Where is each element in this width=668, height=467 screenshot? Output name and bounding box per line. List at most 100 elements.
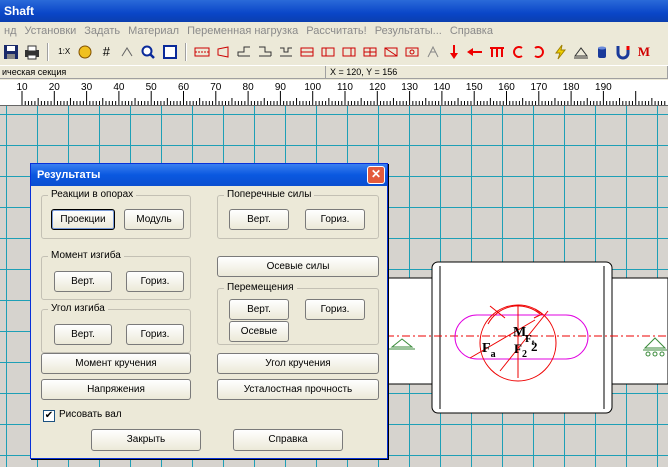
window-title: Shaft bbox=[4, 4, 34, 18]
group-shear-forces: Поперечные силы Верт. Гориз. bbox=[217, 189, 379, 239]
print-icon[interactable] bbox=[24, 44, 40, 60]
cylinder-icon[interactable] bbox=[594, 44, 610, 60]
cone-section-icon[interactable] bbox=[215, 44, 231, 60]
frame-icon[interactable] bbox=[162, 44, 178, 60]
menu-item-calculate[interactable]: Рассчитать! bbox=[302, 22, 370, 40]
spline-icon[interactable] bbox=[320, 44, 336, 60]
twist-angle-button[interactable]: Угол кручения bbox=[217, 353, 379, 374]
keyway-icon[interactable] bbox=[299, 44, 315, 60]
save-icon[interactable] bbox=[3, 44, 19, 60]
ruler-label: 40 bbox=[113, 82, 125, 93]
reactions-projections-button[interactable]: Проекции bbox=[51, 209, 115, 230]
moment-ccw-icon[interactable] bbox=[510, 44, 526, 60]
distributed-load-icon[interactable] bbox=[489, 44, 505, 60]
toolbar-separator bbox=[47, 43, 50, 61]
ruler-label: 180 bbox=[563, 82, 580, 93]
help-button[interactable]: Справка bbox=[233, 429, 343, 451]
ruler-label: 80 bbox=[243, 82, 255, 93]
toolbar: 1:X # M bbox=[0, 40, 668, 64]
shaft-section-icon[interactable] bbox=[194, 44, 210, 60]
shaft-section-left[interactable] bbox=[385, 277, 433, 385]
ruler-label: 110 bbox=[337, 82, 353, 93]
zoom-icon[interactable] bbox=[140, 44, 156, 60]
torque-u-icon[interactable] bbox=[615, 44, 631, 60]
app-window: Shaft нд Установки Задать Материал Переменна… bbox=[0, 0, 668, 467]
bending-angle-vert-button[interactable]: Верт. bbox=[54, 324, 112, 345]
ruler-label: 150 bbox=[466, 82, 483, 93]
bearing-support-icon[interactable] bbox=[425, 44, 441, 60]
results-dialog: Результаты ✕ Реакции в опорах Проекции М… bbox=[30, 163, 388, 459]
menu-bar: нд Установки Задать Материал Переменная нагр… bbox=[0, 22, 668, 40]
pan-icon[interactable] bbox=[77, 44, 93, 60]
torque-button[interactable]: Момент кручения bbox=[41, 353, 191, 374]
ruler-label: 190 bbox=[595, 82, 612, 93]
menu-item-truncated[interactable]: нд bbox=[0, 22, 21, 40]
group-reactions-legend: Реакции в опорах bbox=[48, 189, 137, 200]
snap-icon[interactable] bbox=[119, 44, 135, 60]
dialog-title-bar: Результаты ✕ bbox=[31, 164, 387, 186]
grid-icon[interactable]: # bbox=[98, 44, 114, 60]
reactions-modulus-button[interactable]: Модуль bbox=[124, 209, 184, 230]
displacement-axial-button[interactable]: Осевые bbox=[229, 321, 289, 342]
menu-item-variable-load[interactable]: Переменная нагрузка bbox=[183, 22, 302, 40]
menu-item-settings[interactable]: Установки bbox=[21, 22, 81, 40]
ruler: 10 20 30 40 50 60 70 80 90 100 110 120 130 140 150 160 1… bbox=[0, 80, 668, 106]
torque-m-icon[interactable]: M bbox=[636, 44, 652, 60]
shear-horiz-button[interactable]: Гориз. bbox=[305, 209, 365, 230]
dialog-title: Результаты bbox=[37, 169, 101, 181]
group-reactions: Реакции в опорах Проекции Модуль bbox=[41, 189, 191, 239]
radial-force-icon[interactable] bbox=[446, 44, 462, 60]
axial-force-icon[interactable] bbox=[467, 44, 483, 60]
group-displacements: Перемещения Верт. Гориз. Осевые bbox=[217, 282, 379, 345]
fatigue-strength-button[interactable]: Усталостная прочность bbox=[217, 379, 379, 400]
status-coordinates: X = 120, Y = 156 bbox=[328, 66, 668, 79]
menu-item-define[interactable]: Задать bbox=[80, 22, 124, 40]
zoom-1x-icon[interactable]: 1:X bbox=[56, 44, 72, 60]
ruler-ticks bbox=[21, 91, 666, 105]
close-button[interactable]: Закрыть bbox=[91, 429, 201, 451]
ruler-label: 10 bbox=[16, 82, 28, 93]
axial-forces-button[interactable]: Осевые силы bbox=[217, 256, 379, 277]
menu-item-results[interactable]: Результаты... bbox=[371, 22, 446, 40]
stresses-button[interactable]: Напряжения bbox=[41, 379, 191, 400]
displacement-vert-button[interactable]: Верт. bbox=[229, 299, 289, 320]
shear-vert-button[interactable]: Верт. bbox=[229, 209, 289, 230]
thread-icon[interactable] bbox=[341, 44, 357, 60]
ruler-label: 160 bbox=[498, 82, 515, 93]
bending-angle-horiz-button[interactable]: Гориз. bbox=[126, 324, 184, 345]
displacement-horiz-button[interactable]: Гориз. bbox=[305, 299, 365, 320]
ruler-label: 30 bbox=[81, 82, 93, 93]
close-icon[interactable]: ✕ bbox=[367, 166, 385, 184]
bending-moment-vert-button[interactable]: Верт. bbox=[54, 271, 112, 292]
group-shear-forces-legend: Поперечные силы bbox=[224, 189, 315, 200]
ruler-label: 90 bbox=[275, 82, 287, 93]
bending-moment-horiz-button[interactable]: Гориз. bbox=[126, 271, 184, 292]
group-bending-angle-legend: Угол изгиба bbox=[48, 303, 108, 314]
draw-shaft-checkbox[interactable]: ✔ bbox=[43, 410, 55, 422]
group-bending-moment: Момент изгиба Верт. Гориз. bbox=[41, 250, 191, 300]
moment-cw-icon[interactable] bbox=[531, 44, 547, 60]
chamfer-icon[interactable] bbox=[383, 44, 399, 60]
groove-icon[interactable] bbox=[278, 44, 294, 60]
step-right-icon[interactable] bbox=[257, 44, 273, 60]
menu-item-material[interactable]: Материал bbox=[124, 22, 183, 40]
ruler-label: 20 bbox=[49, 82, 61, 93]
ruler-label: 50 bbox=[146, 82, 158, 93]
status-section: ическая секция bbox=[0, 66, 326, 79]
ruler-scale: 10 20 30 40 50 60 70 80 90 100 110 120 130 140 150 160 1… bbox=[16, 82, 666, 105]
menu-item-help[interactable]: Справка bbox=[446, 22, 497, 40]
ruler-label: 70 bbox=[210, 82, 222, 93]
ruler-label: 170 bbox=[530, 82, 547, 93]
hole-icon[interactable] bbox=[404, 44, 420, 60]
ruler-label: 60 bbox=[178, 82, 190, 93]
lightning-icon[interactable] bbox=[552, 44, 568, 60]
support-triangle-icon[interactable] bbox=[573, 44, 589, 60]
toolbar-separator bbox=[184, 43, 187, 61]
fillet-icon[interactable] bbox=[362, 44, 378, 60]
group-bending-angle: Угол изгиба Верт. Гориз. bbox=[41, 303, 191, 353]
ruler-label: 130 bbox=[401, 82, 418, 93]
shaft-section-right[interactable] bbox=[611, 277, 668, 385]
step-left-icon[interactable] bbox=[236, 44, 252, 60]
group-bending-moment-legend: Момент изгиба bbox=[48, 250, 124, 261]
ruler-label: 140 bbox=[434, 82, 451, 93]
